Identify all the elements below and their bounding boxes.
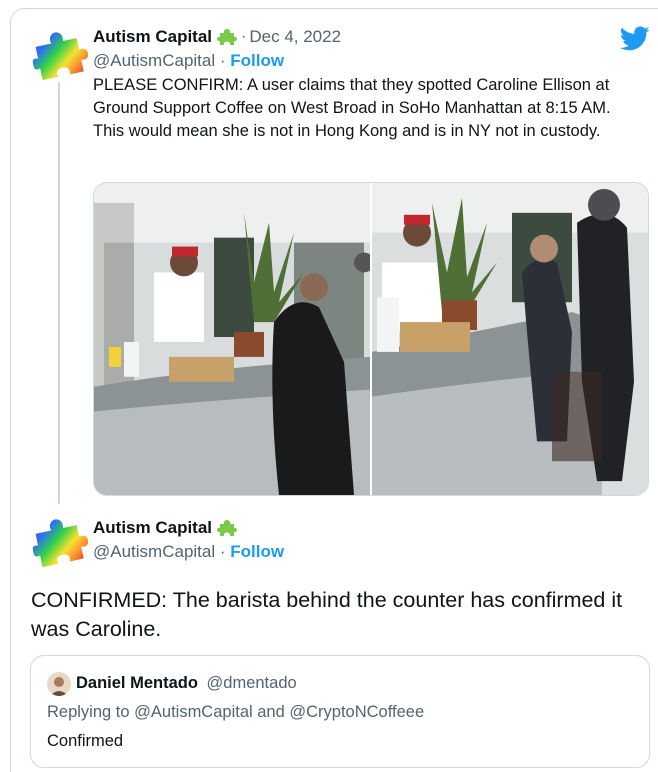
quoted-author-name: Daniel Mentado: [76, 674, 198, 692]
rainbow-puzzle-piece-icon: [32, 32, 88, 80]
green-puzzle-badge-icon: [217, 27, 238, 47]
avatar[interactable]: [32, 515, 88, 567]
reply-context: Replying to @AutismCapital and @CryptoNC…: [47, 703, 425, 721]
tweet-header: Autism Capital: [93, 518, 238, 538]
green-puzzle-badge-icon: [217, 518, 238, 538]
coffee-shop-counter-photo-right[interactable]: [372, 183, 648, 495]
author-handle[interactable]: @AutismCapital: [93, 542, 215, 561]
thread-connector-line: [58, 82, 60, 504]
author-name[interactable]: Autism Capital: [93, 518, 212, 538]
tweet-body-text: PLEASE CONFIRM: A user claims that they …: [93, 76, 611, 140]
coffee-shop-counter-photo-left[interactable]: [94, 183, 370, 495]
author-handle[interactable]: @AutismCapital: [93, 51, 215, 70]
avatar[interactable]: [47, 672, 71, 696]
twitter-bird-icon[interactable]: [620, 26, 650, 52]
follow-button[interactable]: Follow: [230, 542, 284, 561]
tweet-date[interactable]: Dec 4, 2022: [249, 27, 341, 47]
handle-row: @AutismCapital · Follow: [93, 542, 285, 561]
quoted-body-text: Confirmed: [47, 732, 124, 750]
tweet-body-text: CONFIRMED: The barista behind the counte…: [31, 588, 623, 641]
quoted-tweet[interactable]: Daniel Mentado @dmentado Replying to @Au…: [30, 655, 650, 768]
follow-button[interactable]: Follow: [230, 51, 284, 70]
handle-row: @AutismCapital · Follow: [93, 51, 285, 70]
quoted-author-handle: @dmentado: [206, 674, 297, 692]
avatar[interactable]: [32, 28, 88, 80]
tweet-header: Autism Capital · Dec 4, 2022: [93, 27, 342, 47]
tweet-media[interactable]: [93, 182, 649, 496]
author-name[interactable]: Autism Capital: [93, 27, 212, 47]
rainbow-puzzle-piece-icon: [32, 519, 88, 567]
quoted-header: Daniel Mentado @dmentado: [76, 674, 297, 693]
